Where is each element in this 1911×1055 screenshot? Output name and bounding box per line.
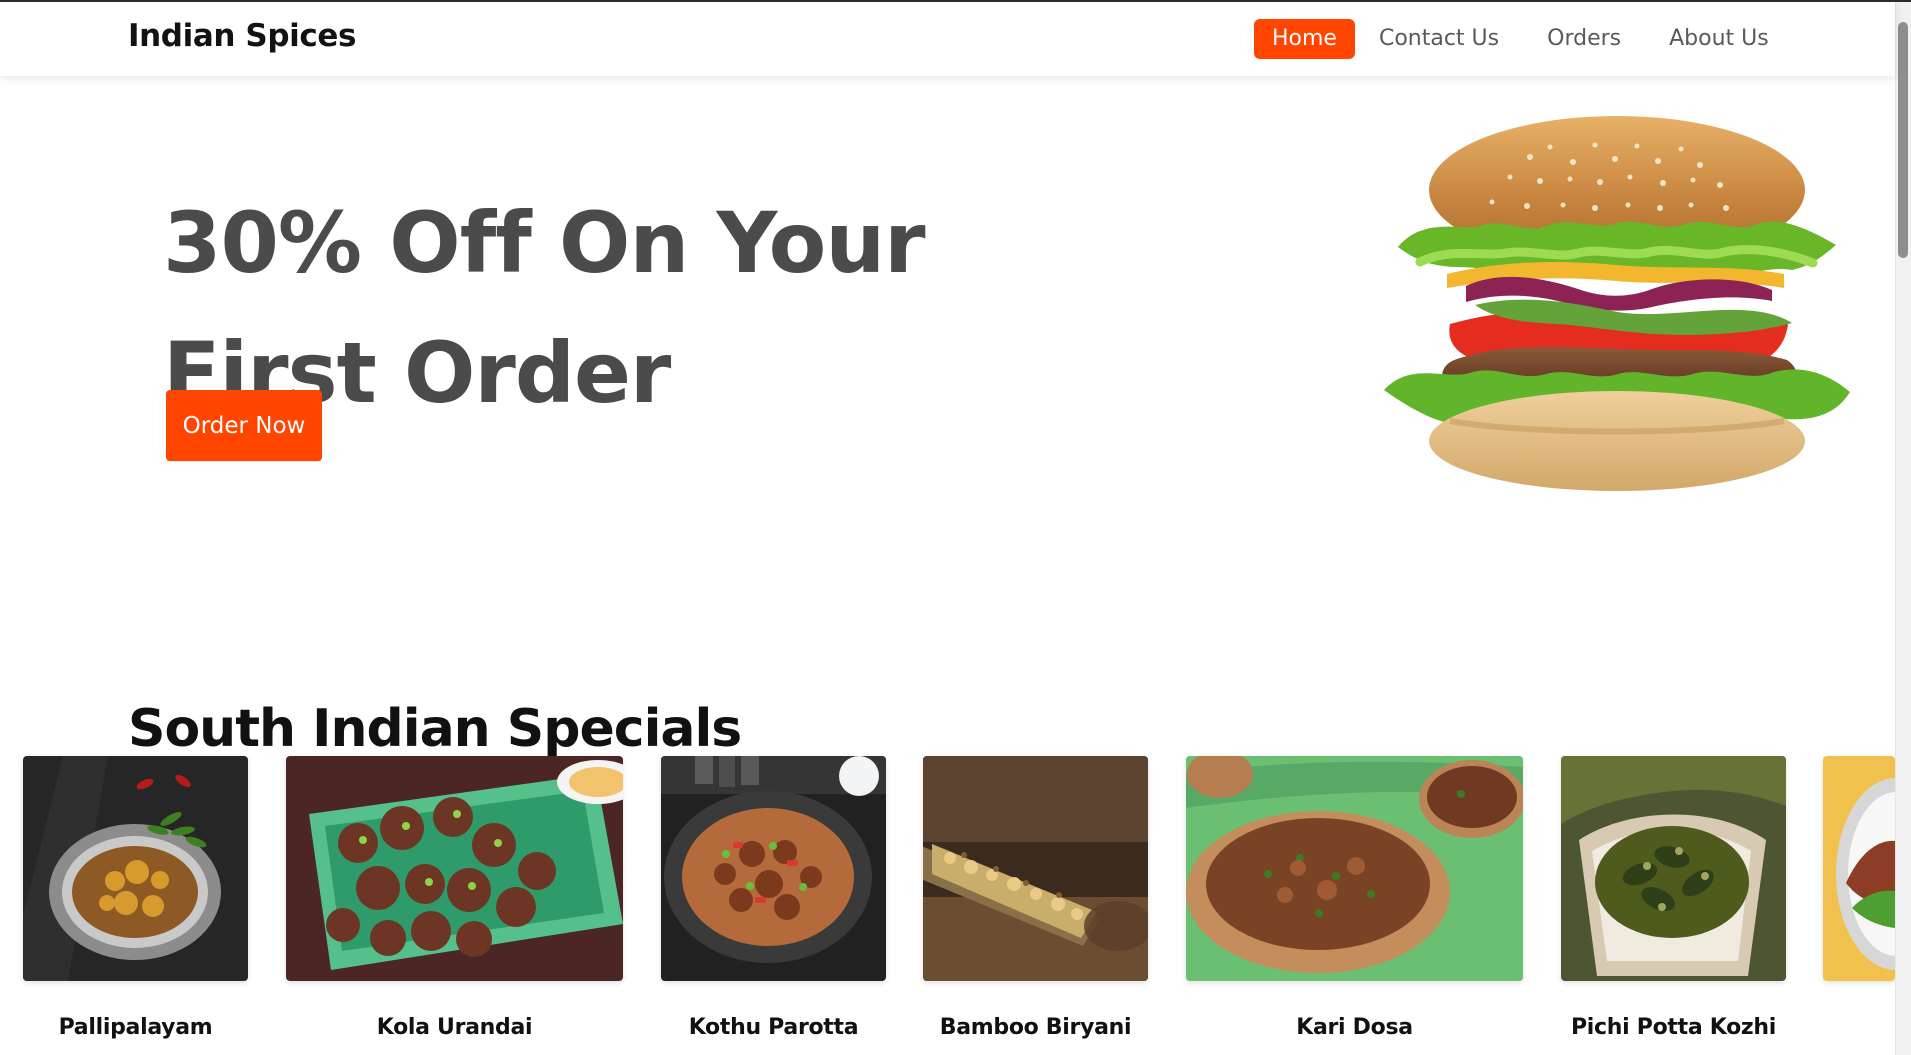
- dish-name: Kothu Parotta: [688, 1015, 859, 1040]
- dish-card-kola-urandai[interactable]: Kola Urandai: [286, 756, 623, 1055]
- order-now-button[interactable]: Order Now: [166, 390, 322, 461]
- nav-about-link[interactable]: About Us: [1661, 19, 1777, 59]
- pallipalayam-image: [23, 756, 248, 981]
- partial-dish-image: [1823, 756, 1895, 981]
- hero-title-line-1: 30% Off On Your: [163, 194, 926, 293]
- nav-contact-link[interactable]: Contact Us: [1371, 19, 1507, 59]
- top-navbar: Indian Spices Home Contact Us Orders Abo…: [0, 2, 1895, 76]
- page-viewport: Indian Spices Home Contact Us Orders Abo…: [0, 0, 1911, 1055]
- dish-card-pichi-potta-kozhi[interactable]: Pichi Potta Kozhi: [1561, 756, 1786, 1055]
- dish-card-bamboo-biryani[interactable]: Bamboo Biryani: [923, 756, 1148, 1055]
- kari-dosa-image: [1186, 756, 1523, 981]
- nav-orders-link[interactable]: Orders: [1539, 19, 1629, 59]
- scrollbar-thumb[interactable]: [1898, 22, 1908, 258]
- bamboo-biryani-image: [923, 756, 1148, 981]
- section-heading: South Indian Specials: [128, 699, 742, 760]
- dish-name: Kari Dosa: [1296, 1015, 1413, 1040]
- dish-card-pallipalayam[interactable]: Pallipalayam: [23, 756, 248, 1055]
- main-nav: Home Contact Us Orders About Us: [1254, 19, 1777, 59]
- pichi-potta-kozhi-image: [1561, 756, 1786, 981]
- dish-card-kari-dosa[interactable]: Kari Dosa: [1186, 756, 1523, 1055]
- brand-title[interactable]: Indian Spices: [128, 18, 356, 54]
- dish-card-kothu-parotta[interactable]: Kothu Parotta: [661, 756, 886, 1055]
- dish-name: Kola Urandai: [376, 1015, 533, 1040]
- dish-name: Bamboo Biryani: [939, 1015, 1132, 1040]
- vertical-scrollbar[interactable]: [1895, 2, 1911, 1055]
- dish-card-partial[interactable]: [1823, 756, 1895, 981]
- dish-name: Pichi Potta Kozhi: [1570, 1015, 1777, 1040]
- burger-image: [1380, 110, 1854, 500]
- kothu-parotta-image: [661, 756, 886, 981]
- dish-name: Pallipalayam: [58, 1015, 213, 1040]
- nav-home-link[interactable]: Home: [1254, 19, 1355, 59]
- kola-urandai-image: [286, 756, 623, 981]
